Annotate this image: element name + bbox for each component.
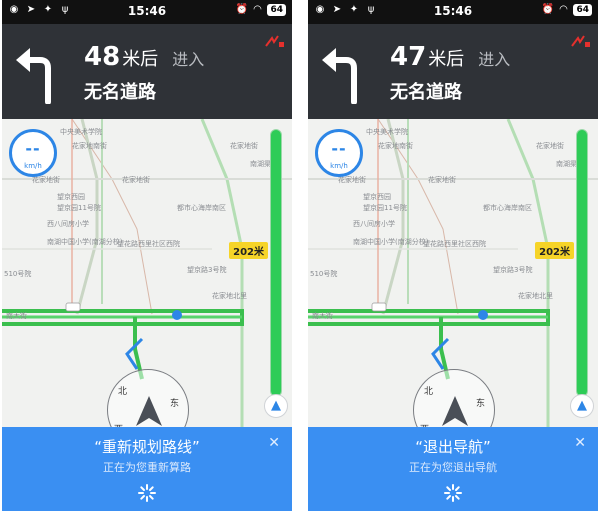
voice-command-banner: “退出导航” 正在为您退出导航 ✕ [308, 427, 598, 511]
distance-unit: 米后 [428, 49, 465, 70]
battery-indicator: 64 [573, 4, 592, 16]
banner-subtitle: 正在为您退出导航 [409, 461, 497, 474]
navigation-header: 48 米后 进入 无名道路 [2, 24, 292, 119]
map-label: 望京园11号院 [363, 204, 407, 212]
phone-screen-right: ◉ ➤ ✦ ψ 15:46 ⏰ ◠ 64 47 米后 进入 无名道路 中央美术学… [308, 0, 598, 511]
map-label: 花家地街 [536, 142, 564, 150]
remaining-distance-tag: 202米 [229, 242, 268, 259]
map-label: 510号院 [4, 270, 32, 278]
speed-value: -- [331, 139, 347, 158]
map-label: 中央美术学院 [60, 128, 102, 136]
gps-signal-icon [265, 35, 284, 47]
turn-left-arrow-icon [322, 48, 357, 104]
alarm-icon: ⏰ [235, 4, 248, 15]
map-label: 望京园11号院 [57, 204, 101, 212]
map-label: 望京西园 [57, 193, 85, 201]
status-bar: ◉ ➤ ✦ ψ 15:46 ⏰ ◠ 64 [2, 0, 292, 24]
map-label: 西八间房小学 [353, 220, 395, 228]
map-label: 望京路3号院 [187, 266, 227, 274]
map-label: 南湖中国小学(南湖分校) [353, 238, 429, 246]
map-label: 西八间房小学 [47, 220, 89, 228]
turn-left-arrow-icon [16, 48, 51, 104]
speed-indicator: -- km/h [9, 129, 57, 177]
speed-indicator: -- km/h [315, 129, 363, 177]
wifi-icon: ◠ [559, 4, 568, 15]
close-icon[interactable]: ✕ [268, 435, 280, 451]
compass-north: 北 [118, 387, 128, 397]
map-view[interactable]: 中央美术学院 花家地南街 花家地街 花家地街 花家地街 望京西园 望京园11号院… [2, 119, 292, 429]
banner-title: “退出导航” [415, 438, 491, 456]
close-icon[interactable]: ✕ [574, 435, 586, 451]
navigation-header: 47 米后 进入 无名道路 [308, 24, 598, 119]
turn-action: 进入 [478, 50, 511, 69]
distance-value: 48 [84, 42, 121, 72]
navigation-arrow-icon [136, 396, 162, 426]
map-label: 望京西园 [363, 193, 391, 201]
loading-spinner-icon [444, 484, 462, 502]
status-bar: ◉ ➤ ✦ ψ 15:46 ⏰ ◠ 64 [308, 0, 598, 24]
navigation-arrow-icon [442, 396, 468, 426]
map-label: 南湖中国小学(南湖分校) [47, 238, 123, 246]
map-label: 花家地南街 [378, 142, 413, 150]
map-label: 花家地北里 [212, 292, 247, 300]
voice-command-banner: “重新规划路线” 正在为您重新算路 ✕ [2, 427, 292, 511]
map-label: 都市心海岸南区 [483, 204, 532, 212]
speed-value: -- [25, 139, 41, 158]
speed-unit: km/h [330, 162, 348, 170]
map-label: 望花路西里社区西院 [423, 240, 486, 248]
compass-east: 东 [476, 399, 486, 409]
road-name: 无名道路 [390, 82, 462, 103]
map-label: 510号院 [310, 270, 338, 278]
gps-signal-icon [571, 35, 590, 47]
map-label: 花家地街 [122, 176, 150, 184]
position-arrow-icon[interactable]: ▲ [570, 394, 594, 418]
map-label: 花家地北里 [518, 292, 553, 300]
wifi-icon: ◠ [253, 4, 262, 15]
map-label: 花家地街 [428, 176, 456, 184]
phone-screen-left: ◉ ➤ ✦ ψ 15:46 ⏰ ◠ 64 48 米后 进入 无名道路 中央美术学… [2, 0, 292, 511]
map-label: 望花路西里社区西院 [117, 240, 180, 248]
remaining-distance-tag: 202米 [535, 242, 574, 259]
distance-unit: 米后 [122, 49, 159, 70]
banner-title: “重新规划路线” [94, 438, 200, 456]
map-label: 南湖渠 [250, 160, 271, 168]
compass-east: 东 [170, 399, 180, 409]
map-label: 望京路3号院 [493, 266, 533, 274]
road-name: 无名道路 [84, 82, 156, 103]
route-progress-bar [576, 129, 588, 397]
map-label: 花家地街 [230, 142, 258, 150]
battery-indicator: 64 [267, 4, 286, 16]
compass-north: 北 [424, 387, 434, 397]
speed-unit: km/h [24, 162, 42, 170]
turn-action: 进入 [172, 50, 205, 69]
map-label: 南湖渠 [556, 160, 577, 168]
map-label: 中央美术学院 [366, 128, 408, 136]
map-label: 南大街 [312, 312, 333, 320]
route-progress-bar [270, 129, 282, 397]
alarm-icon: ⏰ [541, 4, 554, 15]
map-label: 都市心海岸南区 [177, 204, 226, 212]
loading-spinner-icon [138, 484, 156, 502]
map-label: 花家地南街 [72, 142, 107, 150]
distance-value: 47 [390, 42, 427, 72]
position-arrow-icon[interactable]: ▲ [264, 394, 288, 418]
map-label: 南大街 [6, 312, 27, 320]
banner-subtitle: 正在为您重新算路 [103, 461, 191, 474]
map-view[interactable]: 中央美术学院 花家地南街 花家地街 花家地街 花家地街 望京西园 望京园11号院… [308, 119, 598, 429]
